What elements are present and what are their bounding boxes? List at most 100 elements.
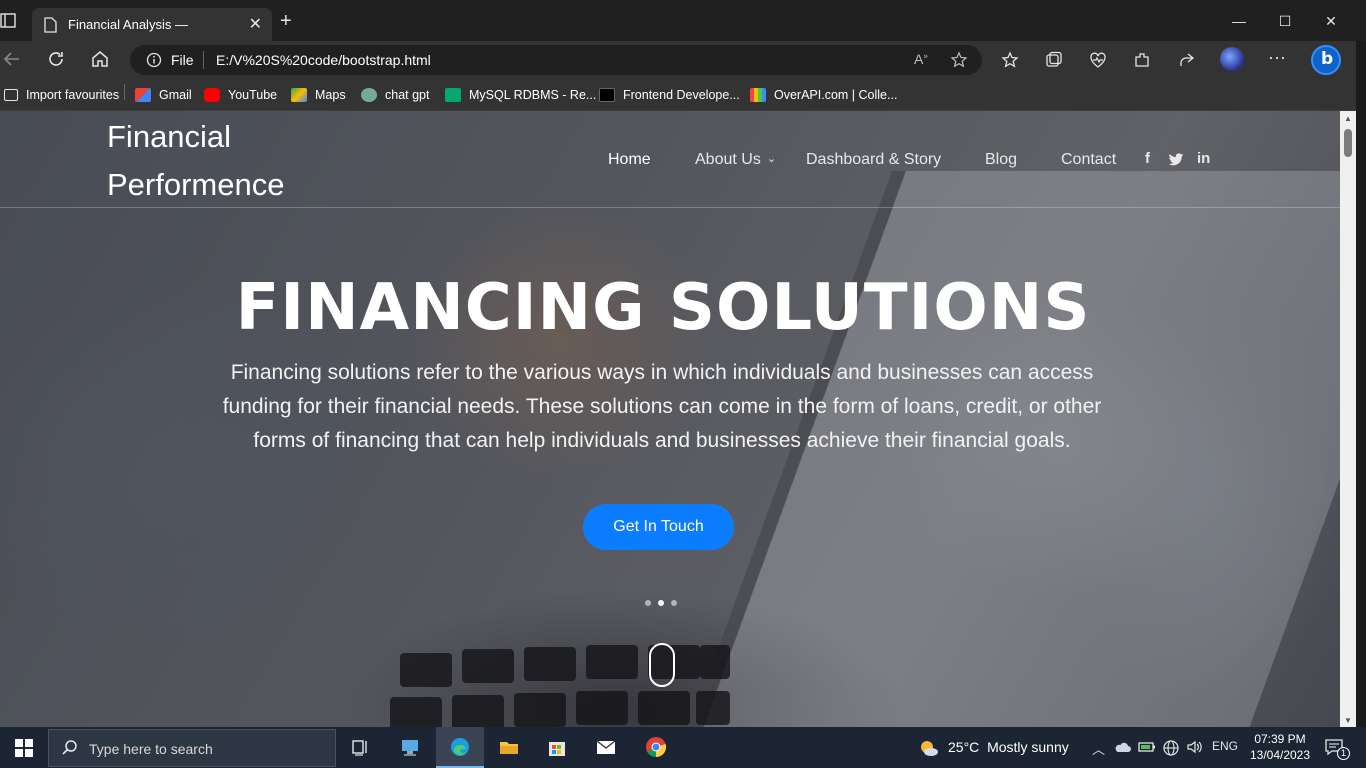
- refresh-icon: [49, 52, 63, 66]
- page-viewport: Financial Performence Home About Us ⌄ Das…: [0, 111, 1340, 727]
- bookmark-divider: [124, 84, 125, 100]
- read-aloud-icon[interactable]: A»: [914, 51, 932, 69]
- bookmark-label: YouTube: [228, 88, 278, 102]
- brand-line-1: Financial: [107, 119, 232, 154]
- browser-title-bar: Financial Analysis — ✕ + — ☐ ✕: [0, 0, 1366, 41]
- extensions-icon[interactable]: [1133, 51, 1151, 69]
- background-keyboard-image: [390, 641, 760, 727]
- collections-icon[interactable]: [1045, 51, 1063, 69]
- battery-icon[interactable]: [1138, 739, 1156, 755]
- taskbar-search-box[interactable]: Type here to search: [48, 729, 336, 767]
- store-icon: [549, 742, 565, 756]
- taskbar-app-store[interactable]: [533, 727, 581, 768]
- bookmark-label: Import favourites: [26, 88, 120, 102]
- youtube-icon: [204, 88, 220, 102]
- scroll-down-mouse-icon[interactable]: [649, 643, 675, 687]
- share-icon[interactable]: [1177, 51, 1195, 69]
- system-clock[interactable]: 07:39 PM 13/04/2023: [1242, 731, 1318, 763]
- bookmark-mysql-rdbms[interactable]: MySQL RDBMS - Re...: [445, 86, 596, 104]
- this-pc-icon: [402, 740, 418, 756]
- taskbar-app-edge[interactable]: [436, 727, 484, 768]
- taskbar-app-chrome[interactable]: [632, 727, 680, 768]
- nav-about-us[interactable]: About Us ⌄: [695, 151, 776, 169]
- bookmark-chat-gpt[interactable]: chat gpt: [361, 86, 429, 104]
- mail-icon: [596, 740, 616, 754]
- task-view-icon: [352, 740, 367, 756]
- chevron-down-icon: ⌄: [766, 153, 777, 165]
- profile-avatar[interactable]: [1220, 47, 1244, 71]
- site-brand[interactable]: Financial Performence: [107, 113, 327, 209]
- scrollbar-thumb[interactable]: [1344, 129, 1352, 157]
- close-window-button[interactable]: ✕: [1308, 6, 1354, 36]
- scroll-down-arrow-icon[interactable]: ▼: [1344, 716, 1352, 725]
- notification-count-badge: 1: [1337, 747, 1350, 760]
- carousel-dot-2[interactable]: [658, 600, 664, 606]
- bookmark-label: chat gpt: [385, 88, 430, 102]
- bookmark-import-favourites[interactable]: Import favourites: [4, 86, 119, 104]
- clock-time: 07:39 PM: [1254, 732, 1306, 746]
- maximize-button[interactable]: ☐: [1262, 6, 1308, 36]
- facebook-icon[interactable]: f: [1145, 150, 1150, 167]
- weather-sunny-icon[interactable]: [918, 737, 940, 759]
- bing-chat-button[interactable]: b: [1311, 45, 1341, 75]
- input-language-indicator[interactable]: ENG: [1212, 739, 1238, 753]
- brand-line-2: Performence: [107, 167, 285, 202]
- weather-widget[interactable]: 25°C Mostly sunny: [948, 739, 1069, 755]
- taskbar-app-pc[interactable]: [386, 727, 434, 768]
- info-icon[interactable]: [146, 52, 162, 68]
- bookmark-gmail[interactable]: Gmail: [135, 86, 192, 104]
- taskbar-app-mail[interactable]: [582, 727, 630, 768]
- show-hidden-icons-chevron-icon[interactable]: ︿: [1092, 739, 1105, 758]
- task-view-button[interactable]: [336, 727, 384, 768]
- url-text[interactable]: E:/V%20S%20code/bootstrap.html: [216, 52, 431, 68]
- favourites-icon[interactable]: [1001, 51, 1019, 69]
- folder-icon: [500, 742, 518, 754]
- window-menu-icon[interactable]: [0, 12, 18, 30]
- volume-icon[interactable]: [1186, 739, 1204, 755]
- windows-start-button[interactable]: [15, 739, 33, 757]
- taskbar-app-file-explorer[interactable]: [485, 727, 533, 768]
- back-button[interactable]: [2, 49, 26, 71]
- browser-tab[interactable]: Financial Analysis — ✕: [32, 8, 272, 41]
- nav-dashboard-story[interactable]: Dashboard & Story: [806, 151, 941, 169]
- add-favourite-icon[interactable]: [950, 51, 968, 69]
- chatgpt-icon: [361, 88, 377, 102]
- twitter-icon[interactable]: [1168, 153, 1184, 167]
- carousel-indicators: [645, 600, 677, 606]
- search-placeholder: Type here to search: [89, 741, 213, 757]
- nav-blog[interactable]: Blog: [985, 151, 1017, 169]
- minimize-button[interactable]: —: [1216, 6, 1262, 36]
- import-icon: [4, 89, 18, 101]
- nav-contact[interactable]: Contact: [1061, 151, 1116, 169]
- browser-essentials-icon[interactable]: [1089, 51, 1107, 69]
- onedrive-cloud-icon[interactable]: [1114, 739, 1132, 755]
- carousel-dot-3[interactable]: [671, 600, 677, 606]
- new-tab-button[interactable]: +: [280, 11, 292, 31]
- bing-icon: b: [1321, 49, 1334, 69]
- tab-title: Financial Analysis —: [68, 17, 188, 32]
- site-header: Financial Performence Home About Us ⌄ Das…: [0, 111, 1340, 208]
- address-divider: [203, 51, 204, 69]
- gmail-icon: [135, 88, 151, 102]
- get-in-touch-button[interactable]: Get In Touch: [583, 504, 734, 550]
- scroll-up-arrow-icon[interactable]: ▲: [1344, 114, 1352, 123]
- weather-temp: 25°C: [948, 739, 980, 755]
- bookmark-maps[interactable]: Maps: [291, 86, 346, 104]
- refresh-button[interactable]: [46, 49, 70, 71]
- tab-close-button[interactable]: ✕: [249, 14, 262, 34]
- carousel-dot-1[interactable]: [645, 600, 651, 606]
- bookmark-frontend-developer[interactable]: Frontend Develope...: [599, 86, 740, 104]
- weather-description: Mostly sunny: [987, 739, 1069, 755]
- bookmark-youtube[interactable]: YouTube: [204, 86, 277, 104]
- window-edge: [1356, 41, 1366, 727]
- page-scrollbar[interactable]: ▲ ▼: [1340, 111, 1356, 727]
- address-bar[interactable]: File E:/V%20S%20code/bootstrap.html A»: [130, 45, 982, 75]
- home-button[interactable]: [90, 49, 114, 71]
- network-globe-icon[interactable]: [1162, 739, 1180, 757]
- windows-taskbar: Type here to search 25°C Mostly sunny ︿ …: [0, 727, 1366, 768]
- nav-home[interactable]: Home: [608, 151, 651, 169]
- bookmark-label: Frontend Develope...: [623, 88, 740, 102]
- bookmark-overapi[interactable]: OverAPI.com | Colle...: [750, 86, 897, 104]
- settings-more-button[interactable]: ···: [1268, 47, 1286, 68]
- linkedin-icon[interactable]: in: [1197, 150, 1210, 167]
